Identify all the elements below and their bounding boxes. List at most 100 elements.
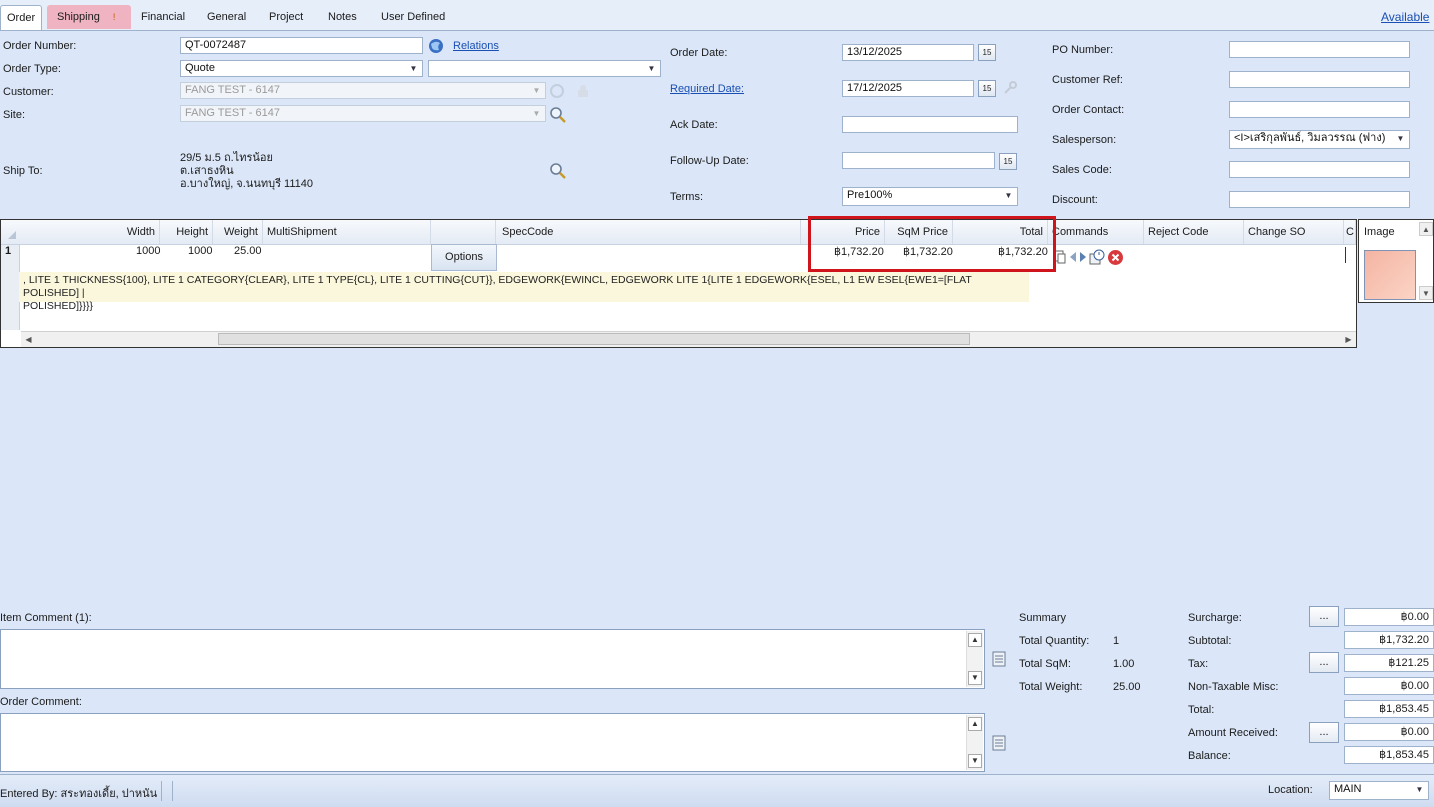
- order-contact-label: Order Contact:: [1052, 104, 1125, 116]
- amount-received-button[interactable]: ...: [1309, 722, 1339, 743]
- chevron-down-icon[interactable]: ▼: [1000, 188, 1017, 203]
- col-c[interactable]: C: [1344, 220, 1356, 244]
- balance-field[interactable]: ฿1,853.45: [1344, 746, 1434, 764]
- scroll-down-icon[interactable]: ▼: [1419, 286, 1433, 300]
- row-indicator[interactable]: [1, 245, 20, 330]
- horizontal-scrollbar[interactable]: ◀ ▶: [21, 331, 1356, 347]
- glass-swatch[interactable]: [1364, 250, 1416, 300]
- delete-icon[interactable]: [1107, 249, 1124, 266]
- col-height[interactable]: Height: [160, 220, 213, 244]
- customer-ref-field[interactable]: [1229, 71, 1410, 88]
- calendar-icon[interactable]: 15: [978, 44, 996, 61]
- col-blank[interactable]: [431, 220, 496, 244]
- ship-to-label: Ship To:: [3, 165, 43, 177]
- search-icon[interactable]: [549, 162, 567, 180]
- order-type-select[interactable]: Quote ▼: [180, 60, 423, 77]
- salesperson-select[interactable]: <I>เสริกุลพันธ์, วิมลวรรณ (ฟาง) ▼: [1229, 130, 1410, 149]
- col-width[interactable]: Width: [21, 220, 160, 244]
- scroll-up-icon[interactable]: ▲: [968, 633, 982, 647]
- cell-height[interactable]: 1000: [188, 245, 212, 257]
- tab-notes[interactable]: Notes: [322, 5, 363, 29]
- scroll-up-icon[interactable]: ▲: [1419, 222, 1433, 236]
- user-edit-icon[interactable]: [576, 84, 590, 98]
- cell-cursor: [1345, 247, 1355, 263]
- tab-shipping[interactable]: Shipping !: [47, 5, 131, 29]
- nontax-field[interactable]: ฿0.00: [1344, 677, 1434, 695]
- calendar-icon[interactable]: 15: [978, 80, 996, 97]
- history-icon[interactable]: [1089, 249, 1105, 265]
- chevron-down-icon[interactable]: ▼: [1411, 782, 1428, 797]
- followup-date-field[interactable]: [842, 152, 995, 169]
- surcharge-button[interactable]: ...: [1309, 606, 1339, 627]
- order-date-field[interactable]: 13/12/2025: [842, 44, 974, 61]
- search-icon[interactable]: [549, 106, 567, 124]
- available-link[interactable]: Available: [1381, 10, 1429, 24]
- balance-value: ฿1,853.45: [1379, 749, 1429, 761]
- po-number-field[interactable]: [1229, 41, 1410, 58]
- tab-general[interactable]: General: [201, 5, 252, 29]
- discount-field[interactable]: [1229, 191, 1410, 208]
- relations-link[interactable]: Relations: [453, 40, 499, 52]
- item-comment-textarea[interactable]: ▲ ▼: [0, 629, 985, 689]
- chevron-down-icon[interactable]: ▼: [528, 106, 545, 121]
- chevron-down-icon[interactable]: ▼: [405, 61, 422, 76]
- tab-financial[interactable]: Financial: [135, 5, 191, 29]
- amount-received-label: Amount Received:: [1188, 727, 1278, 739]
- add-circle-icon[interactable]: [549, 83, 565, 99]
- chevron-down-icon[interactable]: ▼: [1392, 131, 1409, 146]
- scroll-left-icon[interactable]: ◀: [21, 332, 36, 347]
- order-subtype-select[interactable]: ▼: [428, 60, 661, 77]
- total-field[interactable]: ฿1,853.45: [1344, 700, 1434, 718]
- required-date-link[interactable]: Required Date:: [670, 83, 744, 95]
- spec-line: , LITE 1 THICKNESS{100}, LITE 1 CATEGORY…: [23, 274, 972, 299]
- notes-icon[interactable]: [992, 735, 1006, 751]
- surcharge-value: ฿0.00: [1400, 611, 1429, 623]
- chevron-down-icon[interactable]: ▼: [643, 61, 660, 76]
- scroll-down-icon[interactable]: ▼: [968, 754, 982, 768]
- tab-user-defined[interactable]: User Defined: [375, 5, 451, 29]
- col-weight[interactable]: Weight: [213, 220, 263, 244]
- tab-label: User Defined: [381, 11, 446, 23]
- tab-project[interactable]: Project: [263, 5, 309, 29]
- total-value: ฿1,853.45: [1379, 703, 1429, 715]
- col-change-so[interactable]: Change SO: [1244, 220, 1344, 244]
- scroll-thumb[interactable]: [218, 333, 970, 345]
- tax-field[interactable]: ฿121.25: [1344, 654, 1434, 672]
- amount-received-field[interactable]: ฿0.00: [1344, 723, 1434, 741]
- subtotal-field[interactable]: ฿1,732.20: [1344, 631, 1434, 649]
- scroll-down-icon[interactable]: ▼: [968, 671, 982, 685]
- calendar-icon[interactable]: 15: [999, 153, 1017, 170]
- ack-date-field[interactable]: [842, 116, 1018, 133]
- textarea-scrollbar[interactable]: ▲ ▼: [966, 715, 983, 770]
- sales-code-field[interactable]: [1229, 161, 1410, 178]
- textarea-scrollbar[interactable]: ▲ ▼: [966, 631, 983, 687]
- globe-icon[interactable]: [428, 38, 444, 54]
- order-comment-textarea[interactable]: ▲ ▼: [0, 713, 985, 772]
- notes-icon[interactable]: [992, 651, 1006, 667]
- order-number-field[interactable]: QT-0072487: [180, 37, 423, 54]
- customer-select[interactable]: FANG TEST - 6147 ▼: [180, 82, 546, 99]
- terms-label: Terms:: [670, 191, 703, 203]
- tab-order[interactable]: Order: [0, 5, 43, 30]
- surcharge-field[interactable]: ฿0.00: [1344, 608, 1434, 626]
- item-comment-label: Item Comment (1):: [0, 612, 92, 624]
- col-reject-code[interactable]: Reject Code: [1144, 220, 1244, 244]
- scroll-up-icon[interactable]: ▲: [968, 717, 982, 731]
- col-speccode[interactable]: SpecCode: [496, 220, 801, 244]
- options-button[interactable]: Options: [431, 244, 497, 271]
- col-multishipment[interactable]: MultiShipment: [263, 220, 431, 244]
- terms-select[interactable]: Pre100% ▼: [842, 187, 1018, 206]
- chevron-down-icon[interactable]: ▼: [528, 83, 545, 98]
- cell-weight[interactable]: 25.00: [234, 245, 262, 257]
- location-select[interactable]: MAIN ▼: [1329, 781, 1429, 800]
- order-contact-field[interactable]: [1229, 101, 1410, 118]
- scroll-right-icon[interactable]: ▶: [1341, 332, 1356, 347]
- cell-width[interactable]: 1000: [136, 245, 160, 257]
- tax-button[interactable]: ...: [1309, 652, 1339, 673]
- calendar-day: 15: [982, 84, 992, 93]
- transfer-icon[interactable]: [1069, 250, 1087, 264]
- site-select[interactable]: FANG TEST - 6147 ▼: [180, 105, 546, 122]
- required-date-field[interactable]: 17/12/2025: [842, 80, 974, 97]
- col-commands[interactable]: Commands: [1048, 220, 1144, 244]
- key-icon[interactable]: [1002, 80, 1018, 96]
